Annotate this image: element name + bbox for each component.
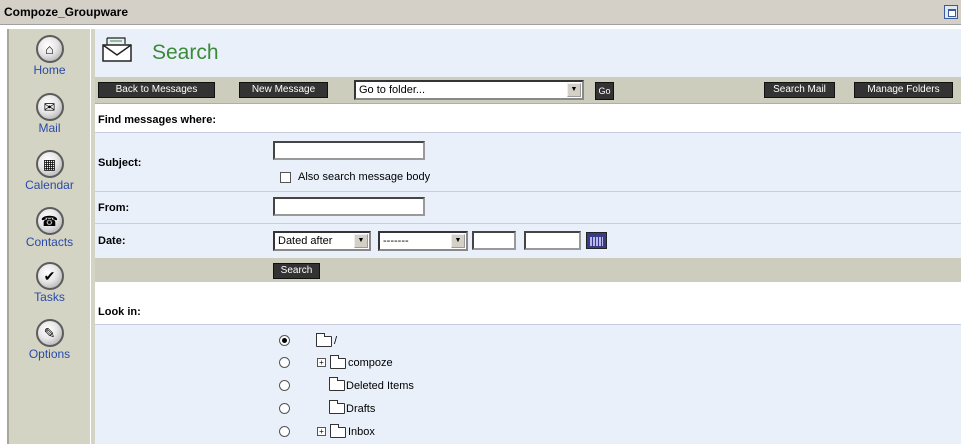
folder-icon — [330, 355, 346, 369]
sidebar-item-label: Home — [33, 63, 66, 77]
calendar-picker-icon[interactable] — [586, 232, 607, 249]
back-to-messages-button[interactable]: Back to Messages — [98, 82, 215, 98]
folder-label: Deleted Items — [346, 380, 414, 392]
options-icon: ✎ — [35, 319, 64, 347]
folder-row-deleted-items: Deleted Items — [95, 374, 961, 397]
drafts-folder-icon — [329, 400, 345, 414]
find-messages-heading: Find messages where: — [95, 105, 961, 132]
sidebar-item-label: Tasks — [34, 290, 65, 304]
sidebar-item-contacts[interactable]: ☎ Contacts — [9, 207, 90, 249]
mail-envelope-icon — [102, 37, 132, 62]
search-action-bar: Search — [95, 258, 961, 282]
sidebar-item-home[interactable]: ⌂ Home — [9, 35, 90, 77]
folder-row-compoze: + compoze — [95, 351, 961, 374]
from-input[interactable] — [273, 197, 425, 216]
sidebar-item-options[interactable]: ✎ Options — [9, 319, 90, 361]
folder-label: compoze — [348, 357, 393, 369]
folder-radio[interactable] — [279, 380, 290, 391]
date-label: Date: — [98, 235, 126, 247]
folder-label: Drafts — [346, 403, 376, 415]
folder-row-inbox: + Inbox — [95, 420, 961, 443]
sidebar-item-calendar[interactable]: ▦ Calendar — [9, 150, 90, 192]
look-in-heading: Look in: — [95, 283, 961, 324]
folder-label: Inbox — [348, 426, 375, 438]
date-row: Date: Dated after ▼ ------- ▼ — [95, 223, 961, 258]
sidebar-nav: ⌂ Home ✉ Mail ▦ Calendar ☎ Contacts ✔ Ta… — [7, 29, 90, 444]
home-icon: ⌂ — [35, 35, 64, 63]
chevron-down-icon: ▼ — [451, 234, 465, 248]
chevron-down-icon: ▼ — [354, 234, 368, 248]
toolbar: Back to Messages New Message Go to folde… — [95, 77, 961, 104]
sidebar-item-label: Mail — [38, 121, 61, 135]
date-mode-select[interactable]: Dated after ▼ — [273, 231, 371, 251]
main-panel: Search Back to Messages New Message Go t… — [95, 29, 961, 444]
subject-row: Subject: Also search message body — [95, 132, 961, 191]
page-title: Search — [152, 41, 219, 64]
folder-icon — [316, 333, 332, 347]
sidebar-item-label: Options — [28, 347, 71, 361]
search-mail-button[interactable]: Search Mail — [764, 82, 835, 98]
sidebar-item-tasks[interactable]: ✔ Tasks — [9, 262, 90, 304]
folder-row-drafts: Drafts — [95, 397, 961, 420]
folder-radio[interactable] — [279, 357, 290, 368]
folder-list: / + compoze Deleted Items Drafts + Inbox — [95, 324, 961, 444]
date-year-input[interactable] — [524, 231, 581, 250]
folder-label: / — [334, 335, 338, 347]
mail-icon: ✉ — [35, 93, 64, 121]
window-titlebar: Compoze_Groupware — [0, 0, 961, 25]
subject-label: Subject: — [98, 157, 142, 169]
folder-radio[interactable] — [279, 403, 290, 414]
date-day-input[interactable] — [472, 231, 516, 250]
from-row: From: — [95, 191, 961, 223]
chevron-down-icon: ▼ — [567, 83, 581, 97]
calendar-icon: ▦ — [35, 150, 64, 178]
window-title: Compoze_Groupware — [4, 5, 129, 19]
page-header: Search — [95, 29, 961, 77]
folder-row-root: / — [95, 329, 961, 352]
folder-radio[interactable] — [279, 426, 290, 437]
new-message-button[interactable]: New Message — [239, 82, 328, 98]
subject-input[interactable] — [273, 141, 425, 160]
restore-window-icon[interactable] — [944, 5, 958, 19]
inbox-folder-icon — [330, 424, 346, 438]
search-body-checkbox[interactable] — [280, 172, 291, 183]
manage-folders-button[interactable]: Manage Folders — [854, 82, 953, 98]
folder-select-value: Go to folder... — [359, 84, 426, 96]
from-label: From: — [98, 202, 130, 214]
go-to-folder-select[interactable]: Go to folder... ▼ — [354, 80, 584, 100]
sidebar-item-mail[interactable]: ✉ Mail — [9, 93, 90, 135]
go-button[interactable]: Go — [595, 82, 614, 100]
search-button[interactable]: Search — [273, 263, 320, 279]
folder-radio[interactable] — [279, 335, 290, 346]
expand-icon[interactable]: + — [317, 358, 326, 367]
sidebar-item-label: Calendar — [25, 178, 74, 192]
date-month-select[interactable]: ------- ▼ — [378, 231, 468, 251]
search-body-label: Also search message body — [298, 171, 431, 183]
tasks-icon: ✔ — [35, 262, 64, 290]
contacts-icon: ☎ — [35, 207, 64, 235]
sidebar-item-label: Contacts — [25, 235, 74, 249]
expand-icon[interactable]: + — [317, 427, 326, 436]
trash-folder-icon — [329, 377, 345, 391]
